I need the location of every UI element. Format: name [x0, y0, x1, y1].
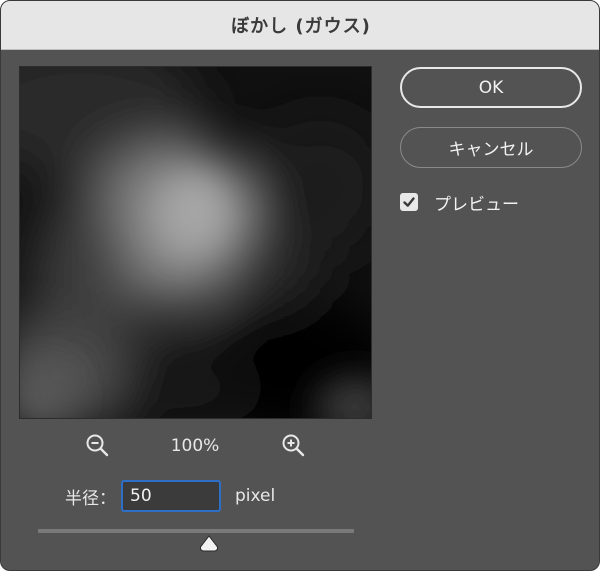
preview-checkbox[interactable]: [400, 193, 418, 211]
radius-slider-track[interactable]: [38, 529, 354, 533]
zoom-in-icon[interactable]: [281, 433, 307, 459]
radius-slider-thumb[interactable]: [199, 535, 219, 553]
preview-toggle[interactable]: プレビュー: [400, 191, 519, 215]
dialog-title: ぼかし (ガウス): [231, 16, 371, 37]
radius-input[interactable]: [121, 480, 221, 512]
preview-label: プレビュー: [434, 194, 519, 215]
radius-label: 半径：: [65, 488, 116, 509]
zoom-controls: 100%: [19, 431, 372, 461]
checkmark-icon: [403, 197, 415, 207]
gaussian-blur-dialog: ぼかし (ガウス) 100% 半径： 50 pixel OK キャンセル プレビ…: [0, 0, 600, 571]
blurred-image: [20, 67, 371, 418]
ok-button[interactable]: OK: [400, 67, 582, 108]
title-bar[interactable]: ぼかし (ガウス): [1, 1, 599, 50]
radius-row: 半径： pixel: [65, 479, 275, 513]
blur-preview-image[interactable]: [19, 66, 372, 419]
radius-unit-label: pixel: [235, 486, 276, 506]
cancel-button[interactable]: キャンセル: [400, 127, 582, 168]
zoom-out-icon[interactable]: [85, 433, 111, 459]
zoom-level-text: 100%: [170, 436, 220, 456]
